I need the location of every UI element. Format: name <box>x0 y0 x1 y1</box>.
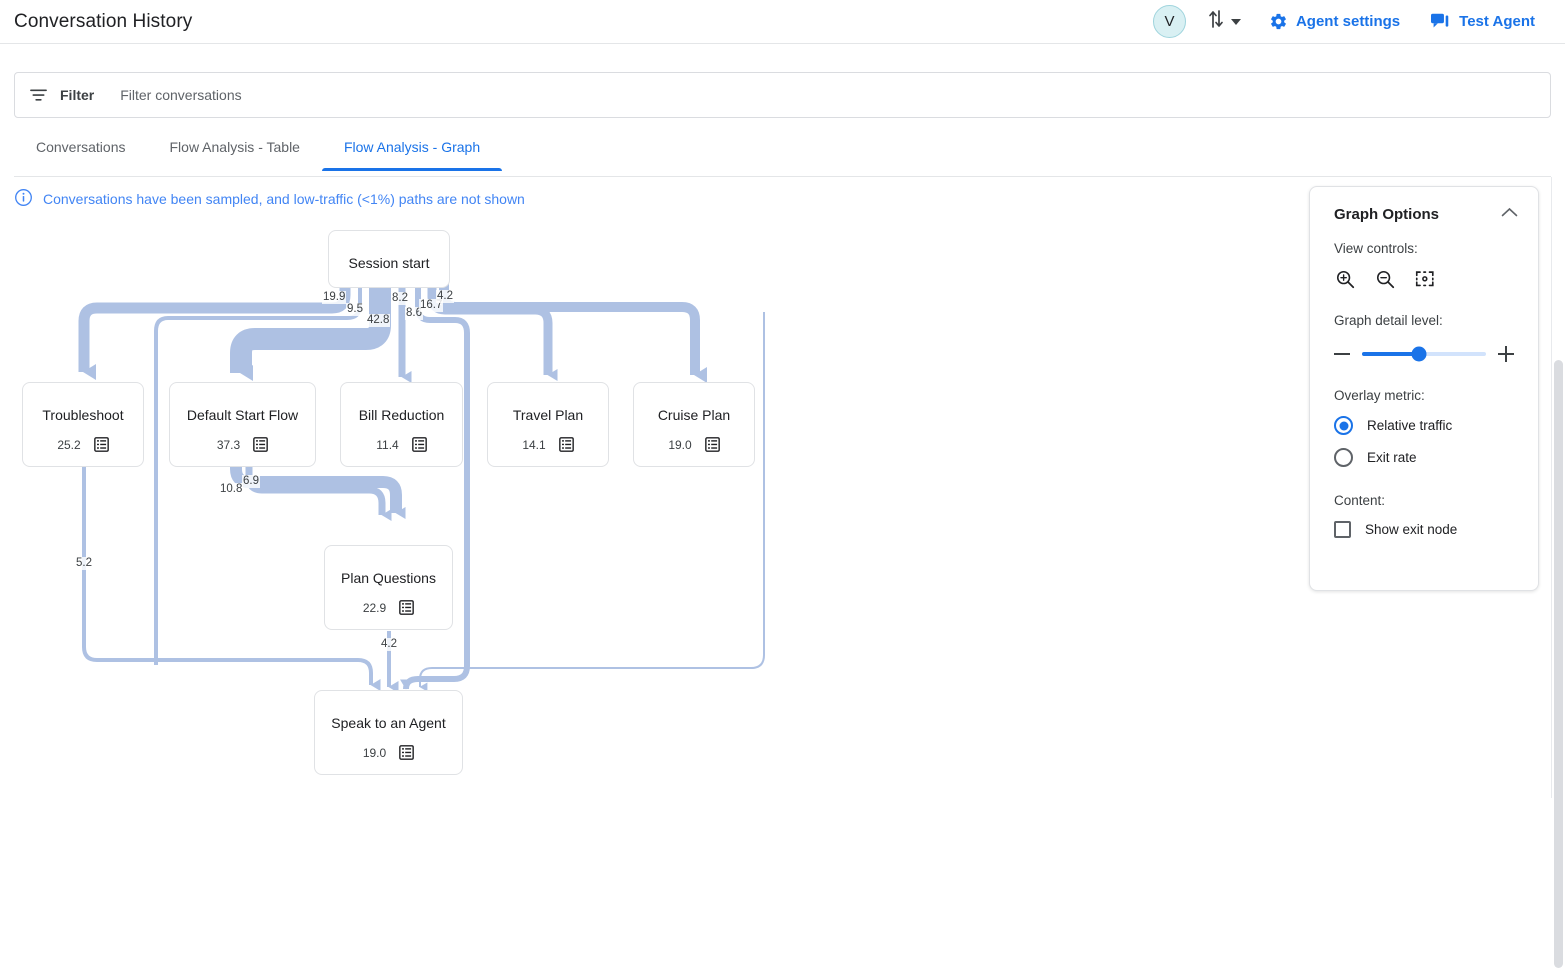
zoom-in-icon[interactable] <box>1334 268 1356 295</box>
filter-icon <box>29 86 48 105</box>
node-metric: 25.2 <box>57 437 108 452</box>
zoom-out-icon[interactable] <box>1374 268 1396 295</box>
overlay-option-exit-rate[interactable]: Exit rate <box>1310 448 1538 467</box>
node-label: Default Start Flow <box>187 407 298 423</box>
table-icon[interactable] <box>412 437 427 452</box>
filter-label: Filter <box>60 87 94 103</box>
page-title: Conversation History <box>14 11 192 33</box>
chat-bubble-icon <box>1430 12 1451 31</box>
edge-label: 42.8 <box>366 314 390 327</box>
tab-bar: Conversations Flow Analysis - Table Flow… <box>14 133 1551 177</box>
node-label: Bill Reduction <box>359 407 445 423</box>
graph-node-session-start[interactable]: Session start <box>328 230 450 288</box>
node-label: Troubleshoot <box>42 407 123 423</box>
overlay-option-label: Exit rate <box>1367 450 1417 465</box>
edge-label: 4.2 <box>380 638 398 651</box>
node-label: Cruise Plan <box>658 407 730 423</box>
table-icon[interactable] <box>94 437 109 452</box>
chevron-down-icon <box>1231 19 1241 25</box>
graph-options-title: Graph Options <box>1334 206 1439 223</box>
avatar[interactable]: V <box>1153 5 1186 38</box>
tab-conversations[interactable]: Conversations <box>14 133 148 170</box>
top-bar-actions: V Agent settings <box>1153 0 1565 44</box>
vertical-scrollbar-track[interactable] <box>1552 178 1565 798</box>
table-icon[interactable] <box>253 437 268 452</box>
graph-node-speak-to-an-agent[interactable]: Speak to an Agent 19.0 <box>314 690 463 775</box>
edge-label: 9.5 <box>346 303 364 316</box>
chevron-up-icon[interactable] <box>1501 205 1518 223</box>
node-metric: 14.1 <box>522 437 573 452</box>
graph-node-troubleshoot[interactable]: Troubleshoot 25.2 <box>22 382 144 467</box>
sort-arrows-icon <box>1206 8 1226 35</box>
gear-icon <box>1269 12 1288 31</box>
table-icon[interactable] <box>559 437 574 452</box>
tab-flow-analysis-table[interactable]: Flow Analysis - Table <box>148 133 322 170</box>
node-metric-value: 37.3 <box>217 438 240 452</box>
edge-label: 4.2 <box>436 290 454 303</box>
node-metric: 37.3 <box>217 437 268 452</box>
content-option-label: Show exit node <box>1365 522 1457 537</box>
view-controls <box>1310 268 1538 295</box>
graph-node-cruise-plan[interactable]: Cruise Plan 19.0 <box>633 382 755 467</box>
content-label: Content: <box>1310 493 1538 508</box>
edge-label: 8.2 <box>391 292 409 305</box>
radio-icon[interactable] <box>1334 416 1353 435</box>
table-icon[interactable] <box>399 745 414 760</box>
graph-options-header: Graph Options <box>1310 187 1538 223</box>
node-metric: 19.0 <box>363 745 414 760</box>
slider-thumb[interactable] <box>1412 347 1427 362</box>
node-metric-value: 25.2 <box>57 438 80 452</box>
overlay-option-label: Relative traffic <box>1367 418 1452 433</box>
sort-control[interactable] <box>1206 8 1241 35</box>
node-metric-value: 14.1 <box>522 438 545 452</box>
tab-flow-analysis-graph[interactable]: Flow Analysis - Graph <box>322 133 502 170</box>
radio-icon[interactable] <box>1334 448 1353 467</box>
agent-settings-label: Agent settings <box>1296 13 1400 30</box>
node-metric-value: 11.4 <box>376 438 398 452</box>
node-metric: 19.0 <box>668 437 719 452</box>
content-option-show-exit-node[interactable]: Show exit node <box>1310 521 1538 538</box>
vertical-scrollbar-thumb[interactable] <box>1554 360 1563 968</box>
node-label: Plan Questions <box>341 570 436 586</box>
graph-node-bill-reduction[interactable]: Bill Reduction 11.4 <box>340 382 463 467</box>
filter-bar[interactable]: Filter Filter conversations <box>14 72 1551 118</box>
increase-detail-button[interactable] <box>1498 346 1514 362</box>
agent-settings-button[interactable]: Agent settings <box>1269 12 1400 31</box>
table-icon[interactable] <box>399 600 414 615</box>
edge-label: 19.9 <box>322 291 346 304</box>
detail-level-slider[interactable] <box>1362 352 1486 356</box>
detail-level-label: Graph detail level: <box>1310 313 1538 328</box>
slider-fill <box>1362 352 1419 356</box>
node-metric-value: 22.9 <box>363 601 386 615</box>
edge-label: 10.8 <box>219 483 243 496</box>
test-agent-button[interactable]: Test Agent <box>1430 12 1535 31</box>
node-metric: 22.9 <box>363 600 414 615</box>
filter-input[interactable]: Filter conversations <box>120 87 241 103</box>
detail-level-slider-row <box>1310 346 1538 362</box>
top-bar: Conversation History V Agent settings <box>0 0 1565 44</box>
view-controls-label: View controls: <box>1310 241 1538 256</box>
node-metric-value: 19.0 <box>668 438 691 452</box>
avatar-initial: V <box>1164 13 1174 30</box>
decrease-detail-button[interactable] <box>1334 353 1350 355</box>
fit-to-screen-icon[interactable] <box>1414 268 1436 295</box>
node-label: Session start <box>349 255 430 271</box>
graph-node-travel-plan[interactable]: Travel Plan 14.1 <box>487 382 609 467</box>
node-metric-value: 19.0 <box>363 746 386 760</box>
node-label: Speak to an Agent <box>331 715 445 731</box>
edge-label: 6.9 <box>242 475 260 488</box>
test-agent-label: Test Agent <box>1459 13 1535 30</box>
overlay-metric-label: Overlay metric: <box>1310 388 1538 403</box>
edge-label: 5.2 <box>75 557 93 570</box>
node-label: Travel Plan <box>513 407 583 423</box>
graph-node-default-start-flow[interactable]: Default Start Flow 37.3 <box>169 382 316 467</box>
table-icon[interactable] <box>705 437 720 452</box>
graph-options-panel: Graph Options View controls: <box>1309 186 1539 591</box>
checkbox-icon[interactable] <box>1334 521 1351 538</box>
graph-node-plan-questions[interactable]: Plan Questions 22.9 <box>324 545 453 630</box>
overlay-option-relative-traffic[interactable]: Relative traffic <box>1310 416 1538 435</box>
node-metric: 11.4 <box>376 437 426 452</box>
